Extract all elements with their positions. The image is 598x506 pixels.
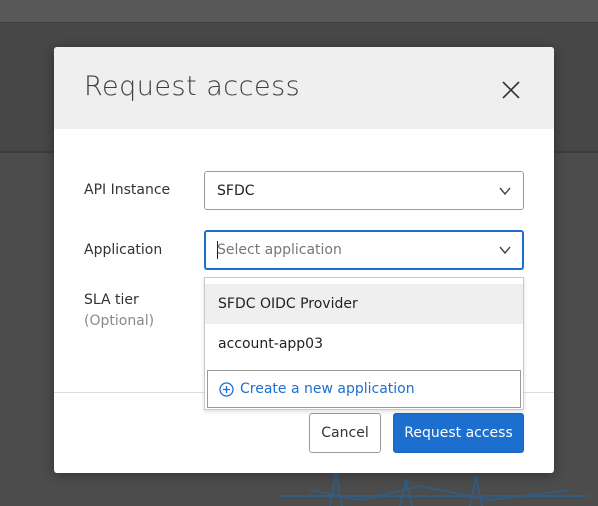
modal-header: Request access xyxy=(54,47,554,129)
request-access-modal: Request access API Instance SFDC Applica… xyxy=(54,47,554,473)
api-instance-select[interactable]: SFDC xyxy=(204,171,524,210)
sla-optional-label: (Optional) xyxy=(84,313,155,329)
chevron-down-icon xyxy=(499,246,511,255)
application-label: Application xyxy=(84,242,163,258)
close-icon xyxy=(502,81,520,99)
cancel-button[interactable]: Cancel xyxy=(309,413,381,453)
api-instance-label: API Instance xyxy=(84,182,171,198)
api-instance-value: SFDC xyxy=(217,183,255,199)
dropdown-option[interactable]: account-app03 xyxy=(205,324,523,364)
chevron-down-icon xyxy=(499,187,511,196)
application-dropdown: SFDC OIDC Provider account-app03 Create … xyxy=(204,277,524,410)
dropdown-option[interactable]: SFDC OIDC Provider xyxy=(205,284,523,324)
application-placeholder: Select application xyxy=(217,242,342,258)
plus-circle-icon xyxy=(219,382,234,397)
application-select[interactable]: Select application xyxy=(204,230,524,270)
modal-title: Request access xyxy=(84,71,301,102)
background-topbar xyxy=(0,0,598,23)
create-application-label: Create a new application xyxy=(240,381,415,397)
sla-tier-label: SLA tier xyxy=(84,292,139,308)
request-access-button[interactable]: Request access xyxy=(393,413,524,453)
close-button[interactable] xyxy=(494,73,528,107)
create-application-option[interactable]: Create a new application xyxy=(207,370,521,408)
